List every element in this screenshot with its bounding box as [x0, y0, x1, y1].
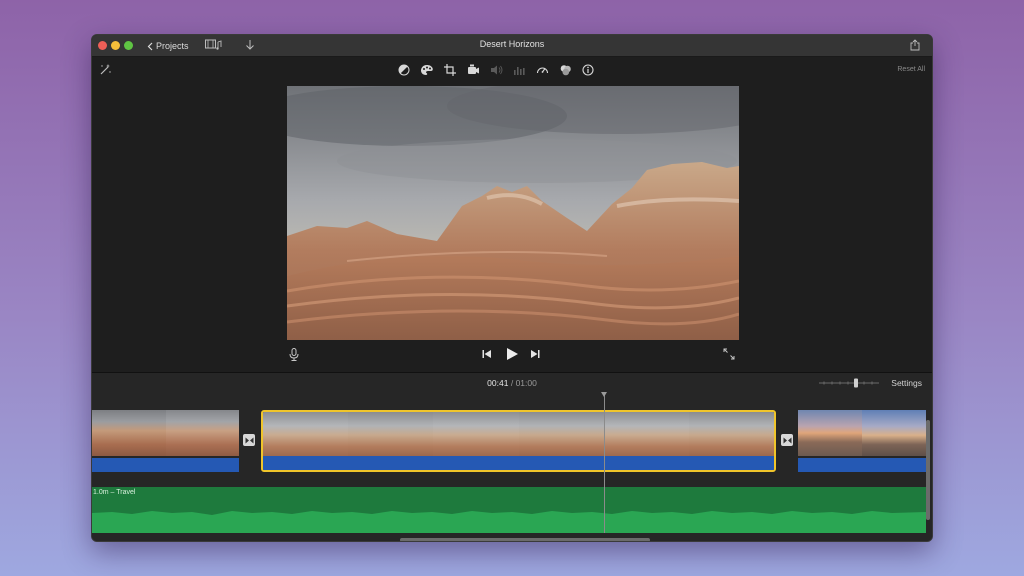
transition-icon: [783, 437, 791, 443]
crop-icon[interactable]: [443, 63, 457, 77]
clip-thumbnail: [348, 412, 434, 458]
volume-icon[interactable]: [489, 63, 503, 77]
adjustment-tools: [397, 63, 595, 77]
transition-marker[interactable]: [781, 434, 793, 446]
video-clip[interactable]: [798, 410, 926, 472]
transition-marker[interactable]: [243, 434, 255, 446]
clip-thumbnail: [518, 412, 604, 458]
imovie-window: Projects Desert Horizons Reset All 00:41…: [91, 34, 933, 542]
desert-rock-frame: [287, 86, 739, 340]
zoom-slider[interactable]: [818, 378, 880, 388]
window-title: Desert Horizons: [479, 39, 545, 49]
info-icon[interactable]: [581, 63, 595, 77]
share-icon[interactable]: [910, 39, 920, 51]
fullscreen-icon[interactable]: [723, 348, 735, 360]
clip-thumbnail: [165, 410, 239, 456]
reset-all-button[interactable]: Reset All: [897, 66, 925, 73]
clip-thumbnail: [433, 412, 519, 458]
clip-audio-track: [92, 458, 239, 472]
timeline-settings-button[interactable]: Settings: [891, 378, 922, 388]
adjustment-toolbar: Reset All: [92, 57, 932, 83]
clip-thumbnail: [688, 412, 774, 458]
clip-thumbnail: [263, 412, 349, 458]
clip-thumbnail: [798, 410, 862, 456]
clip-thumbnails: [798, 410, 926, 456]
color-balance-icon[interactable]: [397, 63, 411, 77]
music-waveform: [92, 511, 926, 533]
playback-controls: [92, 343, 932, 367]
play-icon[interactable]: [505, 347, 519, 361]
stabilize-camera-icon[interactable]: [466, 63, 480, 77]
skip-forward-icon[interactable]: [530, 349, 540, 359]
playhead-handle[interactable]: [601, 392, 607, 397]
timecode: 00:41 / 01:00: [92, 378, 932, 388]
total-time: 01:00: [515, 378, 537, 388]
time-separator: /: [510, 378, 514, 388]
magic-wand-icon[interactable]: [98, 63, 112, 77]
title-bar: Projects Desert Horizons: [92, 35, 932, 57]
speed-icon[interactable]: [535, 63, 549, 77]
equalizer-icon[interactable]: [512, 63, 526, 77]
clip-thumbnail: [92, 410, 166, 456]
timeline-header: 00:41 / 01:00 Settings: [92, 372, 932, 392]
clip-thumbnails: [263, 412, 774, 458]
horizontal-scrollbar[interactable]: [400, 538, 650, 541]
clip-thumbnails: [92, 410, 239, 456]
microphone-icon[interactable]: [289, 348, 299, 361]
clip-audio-track: [263, 456, 774, 470]
video-viewer[interactable]: [287, 86, 739, 340]
clip-thumbnail: [862, 410, 926, 456]
filter-icon[interactable]: [558, 63, 572, 77]
video-clip[interactable]: [92, 410, 239, 472]
playhead[interactable]: [604, 392, 605, 533]
color-palette-icon[interactable]: [420, 63, 434, 77]
background-music-track[interactable]: 1.0m – Travel: [92, 487, 926, 533]
timeline[interactable]: 1.0m – Travel: [92, 392, 932, 541]
current-time: 00:41: [487, 378, 509, 388]
selected-video-clip[interactable]: [261, 410, 776, 472]
music-track-label: 1.0m – Travel: [93, 489, 136, 496]
clip-audio-track: [798, 458, 926, 472]
skip-back-icon[interactable]: [482, 349, 492, 359]
clip-thumbnail: [603, 412, 689, 458]
vertical-scrollbar[interactable]: [926, 420, 930, 520]
transition-icon: [245, 437, 253, 443]
